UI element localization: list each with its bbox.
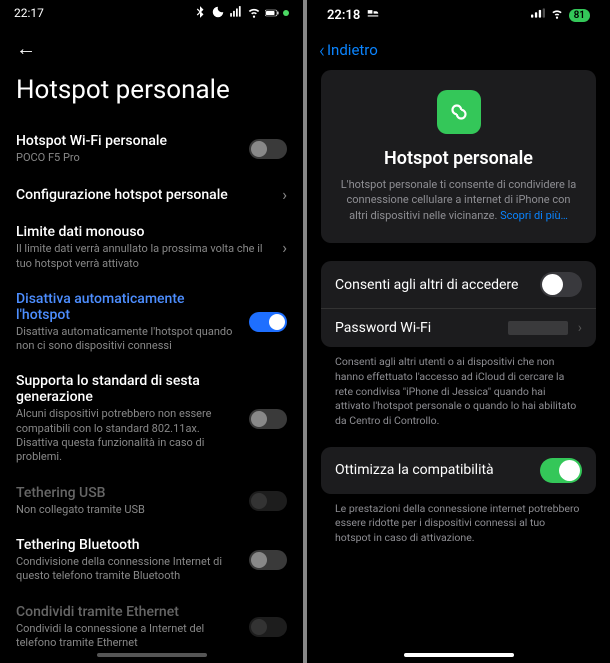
ethernet-sub: Condividi la connessione a Internet del … [16, 622, 239, 651]
bt-tethering-title: Tethering Bluetooth [16, 537, 239, 553]
bt-tethering-sub: Condivisione della connessione Internet … [16, 555, 239, 584]
signal-icon [229, 5, 243, 22]
hotspot-config-row[interactable]: Configurazione hotspot personale › [0, 175, 303, 214]
battery-dot [283, 10, 289, 16]
android-screen: 22:17 ← Hotspot personale Hotspot Wi [0, 0, 303, 663]
bt-tethering-toggle[interactable] [249, 550, 287, 570]
back-row: ← [0, 26, 303, 65]
signal-icon [531, 6, 545, 24]
ethernet-row: Condividi tramite Ethernet Condividi la … [0, 594, 303, 661]
allow-others-row[interactable]: Consenti agli altri di accedere [321, 261, 596, 308]
auto-off-row[interactable]: Disattiva automaticamente l'hotspot Disa… [0, 281, 303, 364]
back-label: Indietro [327, 41, 378, 59]
data-limit-sub: Il limite dati verrà annullato la prossi… [16, 242, 272, 271]
data-limit-title: Limite dati monouso [16, 224, 272, 240]
page-title: Hotspot personale [0, 65, 303, 123]
wifi-hotspot-title: Hotspot Wi-Fi personale [16, 133, 239, 149]
access-group: Consenti agli altri di accedere Password… [321, 261, 596, 347]
back-arrow-icon[interactable]: ← [16, 36, 36, 60]
battery-icon [265, 6, 279, 20]
auto-off-sub: Disattiva automaticamente l'hotspot quan… [16, 325, 239, 354]
chevron-right-icon: › [282, 185, 287, 204]
optimize-footer: Le prestazioni della connessione interne… [321, 502, 596, 564]
optimize-label: Ottimizza la compatibilità [335, 462, 530, 478]
optimize-row[interactable]: Ottimizza la compatibilità [321, 447, 596, 494]
wifi-icon [550, 6, 564, 24]
allow-others-label: Consenti agli altri di accedere [335, 277, 530, 293]
sixth-gen-title: Supporta lo standard di sesta generazion… [16, 373, 239, 405]
status-icons: 81 [531, 6, 590, 24]
hero-card: Hotspot personale L'hotspot personale ti… [321, 70, 596, 243]
bed-icon [366, 6, 380, 24]
home-indicator[interactable] [404, 653, 514, 657]
usb-tethering-row: Tethering USB Non collegato tramite USB [0, 475, 303, 527]
sixth-gen-sub: Alcuni dispositivi potrebbero non essere… [16, 407, 239, 464]
sixth-gen-toggle[interactable] [249, 409, 287, 429]
usb-tethering-sub: Non collegato tramite USB [16, 503, 239, 517]
data-limit-row[interactable]: Limite dati monouso Il limite dati verrà… [0, 214, 303, 281]
optimize-group: Ottimizza la compatibilità [321, 447, 596, 494]
ethernet-title: Condividi tramite Ethernet [16, 604, 239, 620]
hero-desc: L'hotspot personale ti consente di condi… [337, 177, 580, 223]
auto-off-toggle[interactable] [249, 312, 287, 332]
usb-tethering-title: Tethering USB [16, 485, 239, 501]
usb-tethering-toggle [249, 491, 287, 511]
home-indicator[interactable] [97, 653, 207, 657]
moon-icon [211, 5, 225, 22]
hero-title: Hotspot personale [337, 148, 580, 169]
status-bar: 22:17 [0, 0, 303, 26]
allow-others-toggle[interactable] [540, 272, 582, 297]
chevron-left-icon: ‹ [319, 38, 325, 62]
status-bar: 22:18 81 [307, 0, 610, 30]
status-time: 22:17 [14, 6, 44, 20]
ethernet-toggle [249, 617, 287, 637]
ios-screen: 22:18 81 ‹ Indietro Hotspot personale [307, 0, 610, 663]
chevron-right-icon: › [282, 238, 287, 257]
wifi-hotspot-toggle[interactable] [249, 139, 287, 159]
wifi-password-label: Password Wi-Fi [335, 320, 498, 336]
chevron-right-icon: › [578, 320, 582, 336]
bluetooth-icon [193, 5, 207, 22]
optimize-toggle[interactable] [540, 458, 582, 483]
battery-pill: 81 [569, 9, 590, 22]
hotspot-config-title: Configurazione hotspot personale [16, 187, 272, 203]
wifi-hotspot-row[interactable]: Hotspot Wi-Fi personale POCO F5 Pro [0, 123, 303, 175]
bt-tethering-row[interactable]: Tethering Bluetooth Condivisione della c… [0, 527, 303, 594]
wifi-password-row[interactable]: Password Wi-Fi › [321, 308, 596, 347]
auto-off-title: Disattiva automaticamente l'hotspot [16, 291, 239, 323]
allow-others-footer: Consenti agli altri utenti o ai disposit… [321, 355, 596, 446]
wifi-icon [247, 5, 261, 22]
hotspot-icon [437, 90, 481, 134]
wifi-hotspot-sub: POCO F5 Pro [16, 151, 239, 165]
status-time: 22:18 [327, 8, 360, 23]
nav-bar: ‹ Indietro [307, 30, 610, 70]
back-button[interactable]: ‹ Indietro [319, 38, 598, 62]
sixth-gen-row[interactable]: Supporta lo standard di sesta generazion… [0, 363, 303, 474]
learn-more-link[interactable]: Scopri di più… [500, 209, 568, 222]
wifi-password-value [508, 321, 568, 335]
status-icons [193, 5, 289, 22]
